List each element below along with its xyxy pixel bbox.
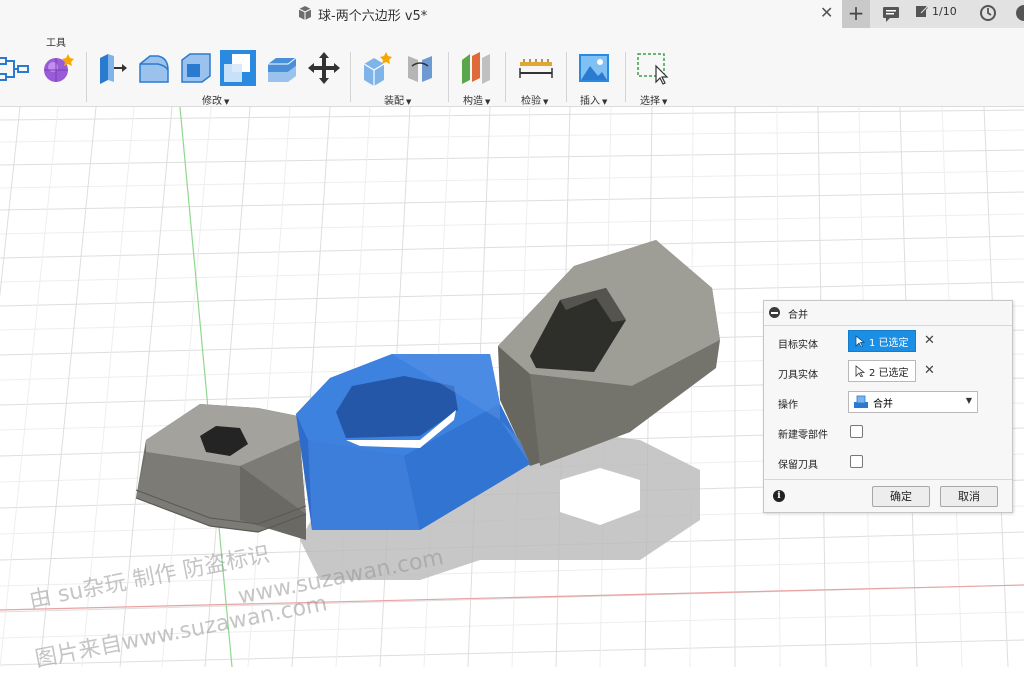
document-icon	[298, 6, 312, 20]
modify-menu[interactable]: 修改 ▼	[202, 92, 229, 107]
joint-icon[interactable]	[402, 50, 438, 86]
operation-dropdown[interactable]: 合并 ▼	[848, 391, 978, 413]
chevron-down-icon: ▼	[662, 98, 668, 106]
toolbar-separator	[86, 52, 87, 102]
cursor-icon	[855, 335, 865, 347]
title-bar: 球-两个六边形 v5* ✕ + 1/10	[0, 0, 1024, 29]
info-icon[interactable]: i	[773, 490, 785, 502]
join-operation-icon	[854, 395, 868, 408]
toolbar-separator	[625, 52, 626, 102]
history-clock-icon[interactable]	[978, 3, 998, 23]
target-body-count: 1 已选定	[869, 337, 909, 349]
toolbar-separator	[350, 52, 351, 102]
plane-icon[interactable]	[458, 50, 494, 86]
chevron-down-icon: ▼	[485, 98, 491, 106]
press-pull-icon[interactable]	[94, 50, 130, 86]
modify-menu-label: 修改	[202, 96, 222, 107]
dialog-title: 合并	[788, 310, 808, 321]
clear-tool-icon[interactable]: ✕	[924, 363, 935, 378]
collapse-icon[interactable]	[769, 307, 780, 318]
operation-value: 合并	[873, 398, 893, 410]
target-body-selector[interactable]: 1 已选定	[848, 330, 916, 352]
new-component-icon[interactable]	[360, 50, 396, 86]
help-icon[interactable]	[1010, 3, 1024, 23]
insert-menu-label: 插入	[580, 96, 600, 107]
cancel-button[interactable]: 取消	[940, 486, 998, 507]
new-component-checkbox[interactable]	[850, 425, 863, 438]
chevron-down-icon: ▼	[602, 98, 608, 106]
combine-icon[interactable]	[220, 50, 256, 86]
chevron-down-icon: ▼	[224, 98, 230, 106]
make-icon[interactable]	[40, 50, 76, 86]
select-menu[interactable]: 选择 ▼	[640, 92, 667, 107]
cursor-icon	[855, 365, 865, 377]
tool-body-selector[interactable]: 2 已选定	[848, 360, 916, 382]
document-tab-title[interactable]: 球-两个六边形 v5*	[318, 5, 427, 24]
insert-menu[interactable]: 插入 ▼	[580, 92, 607, 107]
tool-body-label: 刀具实体	[778, 370, 818, 381]
shell-icon[interactable]	[178, 50, 214, 86]
new-tab-button[interactable]: +	[842, 0, 870, 28]
fillet-icon[interactable]	[136, 50, 172, 86]
tool-body-count: 2 已选定	[869, 367, 909, 379]
insert-image-icon[interactable]	[576, 50, 612, 86]
sketch-icon[interactable]	[0, 50, 36, 86]
ok-button[interactable]: 确定	[872, 486, 930, 507]
toolbar-separator	[448, 52, 449, 102]
comments-icon[interactable]	[882, 5, 900, 23]
assemble-menu[interactable]: 装配 ▼	[384, 92, 411, 107]
chevron-down-icon: ▼	[406, 98, 412, 106]
chevron-down-icon: ▼	[543, 98, 549, 106]
keep-tools-label: 保留刀具	[778, 460, 818, 471]
job-status-count: 1/10	[932, 4, 957, 18]
chevron-down-icon: ▼	[965, 396, 972, 405]
keep-tools-checkbox[interactable]	[850, 455, 863, 468]
select-menu-label: 选择	[640, 96, 660, 107]
new-component-label: 新建零部件	[778, 430, 828, 441]
combine-dialog: 合并 目标实体 1 已选定 ✕ 刀具实体 2 已选定 ✕ 操作 合并 ▼ 新建零…	[763, 300, 1013, 513]
toolbar-separator	[566, 52, 567, 102]
move-icon[interactable]	[306, 50, 342, 86]
job-status[interactable]: 1/10	[915, 4, 957, 18]
tools-group-label: 工具	[46, 38, 66, 49]
dialog-header: 合并	[764, 301, 1012, 326]
toolbar-separator	[505, 52, 506, 102]
dialog-footer: i 确定 取消	[764, 479, 1012, 513]
inspect-menu-label: 检验	[521, 96, 541, 107]
construct-menu-label: 构造	[463, 96, 483, 107]
operation-label: 操作	[778, 400, 798, 411]
select-icon[interactable]	[634, 50, 670, 86]
scale-icon[interactable]	[264, 50, 300, 86]
job-status-icon	[916, 6, 928, 17]
inspect-menu[interactable]: 检验 ▼	[521, 92, 548, 107]
assemble-menu-label: 装配	[384, 96, 404, 107]
construct-menu[interactable]: 构造 ▼	[463, 92, 490, 107]
close-tab-icon[interactable]: ✕	[820, 3, 833, 22]
clear-target-icon[interactable]: ✕	[924, 333, 935, 348]
target-body-label: 目标实体	[778, 340, 818, 351]
measure-icon[interactable]	[518, 50, 554, 86]
